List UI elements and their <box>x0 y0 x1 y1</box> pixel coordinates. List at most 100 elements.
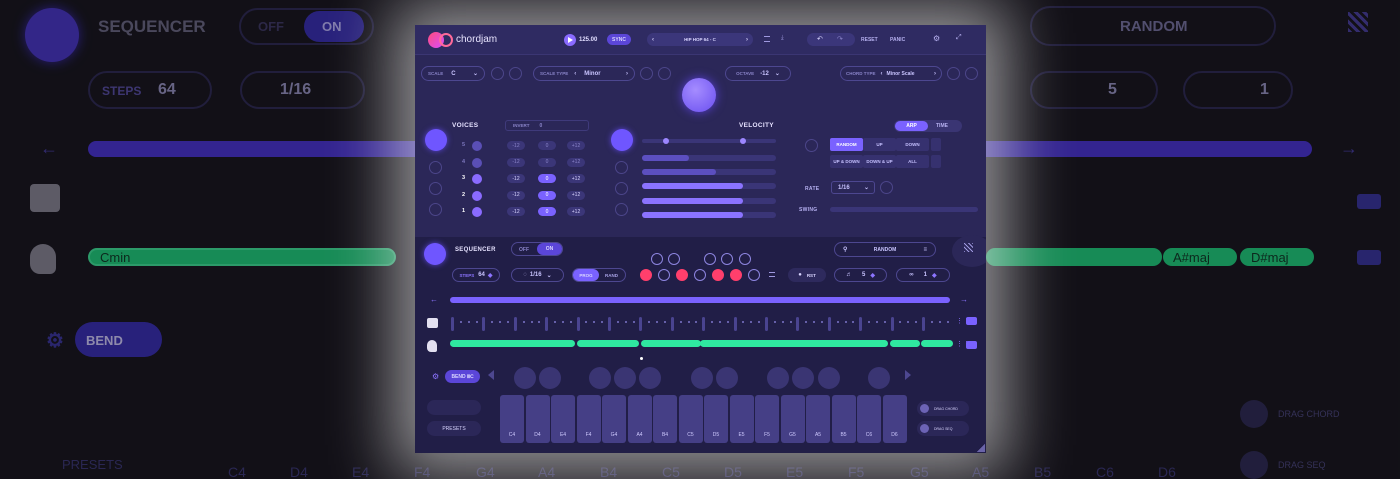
piano-key[interactable]: E4 <box>551 395 575 443</box>
loop-selector[interactable]: ∞ 1 ◆ <box>896 268 950 282</box>
chord-pad[interactable] <box>767 367 789 389</box>
step-tick-dot[interactable] <box>781 321 784 323</box>
steps-selector[interactable]: STEPS 64 ◆ <box>452 268 500 282</box>
chord-type-random-icon[interactable] <box>947 67 960 80</box>
seq-grid-icon[interactable] <box>964 243 973 252</box>
step-dot[interactable] <box>748 269 760 281</box>
scale-type-random-icon[interactable] <box>640 67 653 80</box>
piano-key[interactable]: A5 <box>806 395 830 443</box>
velocity-link-icon[interactable] <box>615 161 628 174</box>
step-tick[interactable] <box>733 317 737 331</box>
voice-toggle[interactable] <box>472 174 482 184</box>
arp-mode-button[interactable]: ALL <box>896 155 929 168</box>
piano-key[interactable]: C5 <box>678 395 703 443</box>
piano-key[interactable]: A4 <box>627 395 652 443</box>
voices-minus-icon[interactable] <box>429 182 442 195</box>
step-dot[interactable] <box>658 269 670 281</box>
arp-mode-toggle[interactable] <box>931 138 941 151</box>
piano-key[interactable]: F5 <box>755 395 779 443</box>
piano-key[interactable]: C4 <box>500 395 524 443</box>
step-tick-dot[interactable] <box>844 321 847 323</box>
step-tick-dot[interactable] <box>506 321 509 323</box>
step-tick[interactable] <box>576 317 580 331</box>
scale-selector[interactable]: SCALE C ⌄ <box>421 66 485 81</box>
seq-progress-bar[interactable] <box>450 297 950 303</box>
pads-left-icon[interactable] <box>488 370 494 380</box>
step-tick-dot[interactable] <box>946 321 949 323</box>
step-tick-dot[interactable] <box>459 321 462 323</box>
scale-type-prev-icon[interactable]: ‹ <box>574 71 576 77</box>
swing-slider[interactable] <box>830 207 978 212</box>
step-tick-dot[interactable] <box>475 321 478 323</box>
piano-key[interactable]: G5 <box>780 395 805 443</box>
sync-button[interactable]: SYNC <box>607 34 631 45</box>
arp-mode-button[interactable]: DOWN <box>896 138 929 151</box>
voices-randomize-button[interactable] <box>425 129 447 151</box>
velocity-range-max-handle[interactable] <box>740 138 746 144</box>
steps-stepper-icon[interactable]: ◆ <box>488 272 493 279</box>
seq-random-menu-icon[interactable]: ≡ <box>923 247 927 253</box>
step-tick-dot[interactable] <box>616 321 619 323</box>
step-top-1[interactable] <box>651 253 663 265</box>
chord-pad[interactable] <box>539 367 561 389</box>
step-tick-dot[interactable] <box>875 321 878 323</box>
chord-type-prev-icon[interactable]: ‹ <box>881 71 883 77</box>
step-tick-dot[interactable] <box>561 321 564 323</box>
chord-pad[interactable] <box>639 367 661 389</box>
chord-pad[interactable] <box>614 367 636 389</box>
sequencer-on-button[interactable]: ON <box>537 243 562 255</box>
chord-block[interactable] <box>921 340 953 347</box>
voice-octave-down[interactable]: -12 <box>507 157 525 167</box>
step-tick-dot[interactable] <box>773 321 776 323</box>
sequencer-off-label[interactable]: OFF <box>519 247 529 253</box>
preset-next-icon[interactable]: › <box>746 37 748 43</box>
scale-type-selector[interactable]: SCALE TYPE ‹ Minor › <box>533 66 635 81</box>
delete-icon-2[interactable] <box>966 341 977 349</box>
time-tab[interactable]: TIME <box>936 123 948 129</box>
panic-button[interactable]: PANIC <box>890 37 905 43</box>
step-tick-dot[interactable] <box>836 321 839 323</box>
repeat-selector[interactable]: ♬ 5 ◆ <box>834 268 887 282</box>
pads-right-icon[interactable] <box>905 370 911 380</box>
chord-pad[interactable] <box>716 367 738 389</box>
sequencer-randomize-button[interactable] <box>424 243 446 265</box>
step-tick-dot[interactable] <box>624 321 627 323</box>
step-tick-dot[interactable] <box>883 321 886 323</box>
voice-octave-down[interactable]: -12 <box>507 207 525 216</box>
drag-seq-button[interactable]: DRAG SEQ <box>917 421 969 436</box>
step-tick-dot[interactable] <box>522 321 525 323</box>
redo-icon[interactable]: ↷ <box>837 35 843 43</box>
chord-pad[interactable] <box>868 367 890 389</box>
arp-random-icon[interactable] <box>805 139 818 152</box>
voice-octave-down[interactable]: -12 <box>507 141 525 150</box>
rand-button[interactable]: RAND <box>605 273 618 278</box>
voice-toggle[interactable] <box>472 207 482 217</box>
step-menu-icon[interactable] <box>769 272 775 277</box>
step-tick[interactable] <box>482 317 486 331</box>
voice-octave-up[interactable]: +12 <box>567 190 585 200</box>
step-tick[interactable] <box>670 317 674 331</box>
step-tick[interactable] <box>702 317 706 331</box>
velocity-bar[interactable] <box>642 211 776 218</box>
settings-icon[interactable]: ⚙ <box>933 34 940 43</box>
arp-tab[interactable]: ARP <box>895 121 928 131</box>
chord-block[interactable] <box>890 340 920 347</box>
prog-button[interactable]: PROG <box>573 269 599 281</box>
arp-mode-button[interactable]: DOWN & UP <box>863 155 896 168</box>
velocity-bar[interactable] <box>642 169 776 176</box>
chord-block[interactable] <box>450 340 575 347</box>
voice-octave-zero[interactable]: 0 <box>538 207 556 216</box>
step-dot[interactable] <box>712 269 724 281</box>
piano-key[interactable]: D4 <box>525 395 550 443</box>
seq-right-arrow-icon[interactable]: → <box>960 295 968 304</box>
voice-octave-up[interactable]: +12 <box>567 157 585 167</box>
menu-icon[interactable] <box>764 36 770 42</box>
step-top-3[interactable] <box>704 253 716 265</box>
step-tick-dot[interactable] <box>930 321 933 323</box>
drag-chord-button[interactable]: DRAG CHORD <box>917 401 969 416</box>
chord-block[interactable] <box>641 340 701 347</box>
piano-key[interactable]: E5 <box>729 395 754 443</box>
voice-octave-up[interactable]: +12 <box>567 174 585 183</box>
scale-type-speaker-icon[interactable] <box>658 67 671 80</box>
step-top-5[interactable] <box>739 253 751 265</box>
